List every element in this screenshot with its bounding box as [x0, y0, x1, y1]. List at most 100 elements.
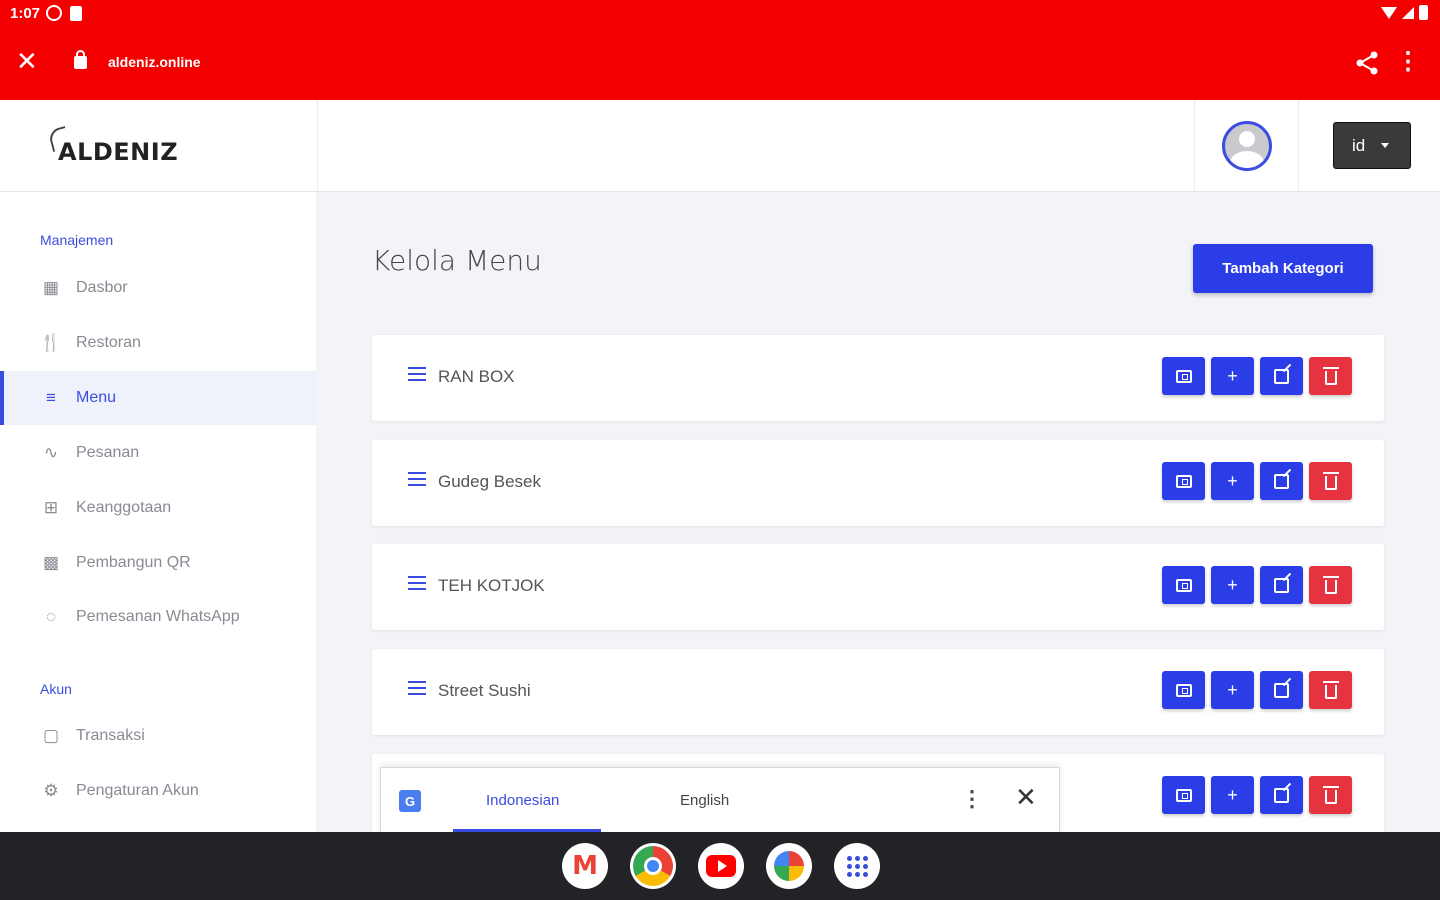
- add-item-folder-button[interactable]: [1162, 776, 1205, 814]
- lock-icon[interactable]: [74, 50, 87, 69]
- status-right-icons: [1381, 5, 1428, 20]
- sidebar-item-keanggotaan[interactable]: ⊞ Keanggotaan: [0, 481, 316, 535]
- category-card: Street Sushi +: [372, 649, 1384, 735]
- list-icon: ≡: [46, 388, 56, 407]
- language-value: id: [1352, 135, 1366, 155]
- drag-handle-icon[interactable]: [408, 681, 426, 695]
- drag-handle-icon[interactable]: [408, 472, 426, 486]
- sidebar-item-pengaturan-akun[interactable]: ⚙ Pengaturan Akun: [0, 764, 316, 818]
- edit-button[interactable]: [1260, 357, 1303, 395]
- chevron-down-icon: [1381, 143, 1390, 148]
- gear-icon: ⚙: [43, 781, 59, 800]
- sidebar-section-management: Manajemen: [40, 232, 114, 248]
- chrome-glyph: [633, 846, 673, 886]
- folder-icon: [1175, 578, 1192, 592]
- photos-icon[interactable]: [766, 843, 812, 889]
- add-button[interactable]: +: [1211, 462, 1254, 500]
- tab-target-language[interactable]: English: [680, 792, 729, 809]
- url-text[interactable]: aldeniz.online: [108, 54, 201, 70]
- trash-icon: [1322, 785, 1339, 804]
- drag-handle-icon[interactable]: [408, 367, 426, 381]
- folder-icon: [1175, 788, 1192, 802]
- gmail-glyph: M: [572, 851, 598, 881]
- add-button[interactable]: +: [1211, 776, 1254, 814]
- plus-icon: +: [1227, 784, 1238, 805]
- add-button[interactable]: +: [1211, 671, 1254, 709]
- sidebar-item-pembangun-qr[interactable]: ▩ Pembangun QR: [0, 536, 316, 590]
- delete-button[interactable]: [1309, 566, 1352, 604]
- sidebar-item-dasbor[interactable]: ▦ Dasbor: [0, 261, 316, 315]
- folder-icon: [1175, 369, 1192, 383]
- plus-icon: +: [1227, 470, 1238, 491]
- fork-knife-icon: 🍴: [40, 333, 62, 352]
- plus-icon: +: [1227, 365, 1238, 386]
- signal-icon: [1402, 6, 1414, 19]
- page-title: Kelola Menu: [372, 244, 542, 277]
- edit-icon: [1274, 368, 1289, 384]
- edit-icon: [1274, 787, 1289, 803]
- delete-button[interactable]: [1309, 357, 1352, 395]
- sidebar-item-label: Pesanan: [76, 444, 140, 461]
- gmail-icon[interactable]: M: [562, 843, 608, 889]
- edit-button[interactable]: [1260, 566, 1303, 604]
- app-header: ALDENIZ id: [0, 100, 1440, 192]
- delete-button[interactable]: [1309, 776, 1352, 814]
- chrome-icon[interactable]: [630, 843, 676, 889]
- edit-icon: [1274, 473, 1289, 489]
- translate-close-icon[interactable]: ✕: [1015, 784, 1037, 810]
- app-dock: M: [562, 843, 880, 889]
- category-name: Street Sushi: [438, 681, 531, 700]
- plus-icon: +: [1227, 679, 1238, 700]
- status-left-icons: [46, 5, 82, 21]
- app-drawer-icon[interactable]: [834, 843, 880, 889]
- wifi-icon: [1381, 6, 1397, 19]
- translate-bar: G Indonesian English ⋮ ✕: [380, 767, 1060, 833]
- category-card: RAN BOX +: [372, 335, 1384, 421]
- grid-icon: ▦: [42, 278, 60, 297]
- sidebar-item-restoran[interactable]: 🍴 Restoran: [0, 316, 316, 370]
- add-button[interactable]: +: [1211, 566, 1254, 604]
- add-category-button[interactable]: Tambah Kategori: [1193, 244, 1373, 293]
- header-divider: [1298, 100, 1299, 192]
- edit-icon: [1274, 577, 1289, 593]
- edit-button[interactable]: [1260, 671, 1303, 709]
- drag-handle-icon[interactable]: [408, 576, 426, 590]
- add-item-folder-button[interactable]: [1162, 566, 1205, 604]
- close-tab-icon[interactable]: ✕: [16, 48, 38, 74]
- add-item-folder-button[interactable]: [1162, 671, 1205, 709]
- tab-source-language[interactable]: Indonesian: [486, 792, 559, 809]
- add-item-folder-button[interactable]: [1162, 462, 1205, 500]
- avatar[interactable]: [1222, 121, 1272, 171]
- notification-icon: [46, 5, 62, 21]
- trash-icon: [1322, 575, 1339, 594]
- activity-icon: ∿: [43, 443, 59, 462]
- more-options-icon[interactable]: ⋮: [1396, 50, 1420, 74]
- youtube-icon[interactable]: [698, 843, 744, 889]
- sidebar-item-label: Pemesanan WhatsApp: [76, 608, 240, 625]
- battery-icon: [1419, 5, 1428, 20]
- sidebar-item-whatsapp[interactable]: ◌ Pemesanan WhatsApp: [0, 590, 316, 644]
- add-item-folder-button[interactable]: [1162, 357, 1205, 395]
- trash-icon: [1322, 366, 1339, 385]
- sidebar-item-menu[interactable]: ≡ Menu: [0, 371, 316, 425]
- share-icon[interactable]: [1354, 50, 1380, 76]
- add-button[interactable]: +: [1211, 357, 1254, 395]
- edit-icon: [1274, 682, 1289, 698]
- logo-area[interactable]: ALDENIZ: [0, 100, 318, 192]
- translate-more-icon[interactable]: ⋮: [961, 786, 983, 812]
- category-actions: +: [1162, 462, 1352, 500]
- edit-button[interactable]: [1260, 776, 1303, 814]
- plus-icon: +: [1227, 574, 1238, 595]
- delete-button[interactable]: [1309, 671, 1352, 709]
- sidebar-item-transaksi[interactable]: ▢ Transaksi: [0, 709, 316, 763]
- edit-button[interactable]: [1260, 462, 1303, 500]
- sidebar-item-label: Restoran: [76, 334, 141, 351]
- sidebar-item-label: Dasbor: [76, 279, 128, 296]
- header-divider: [1194, 100, 1195, 192]
- delete-button[interactable]: [1309, 462, 1352, 500]
- trash-icon: [1322, 471, 1339, 490]
- sidebar-item-pesanan[interactable]: ∿ Pesanan: [0, 426, 316, 480]
- sidebar-section-account: Akun: [40, 681, 72, 697]
- google-translate-icon: G: [399, 790, 421, 812]
- language-select[interactable]: id: [1333, 122, 1411, 169]
